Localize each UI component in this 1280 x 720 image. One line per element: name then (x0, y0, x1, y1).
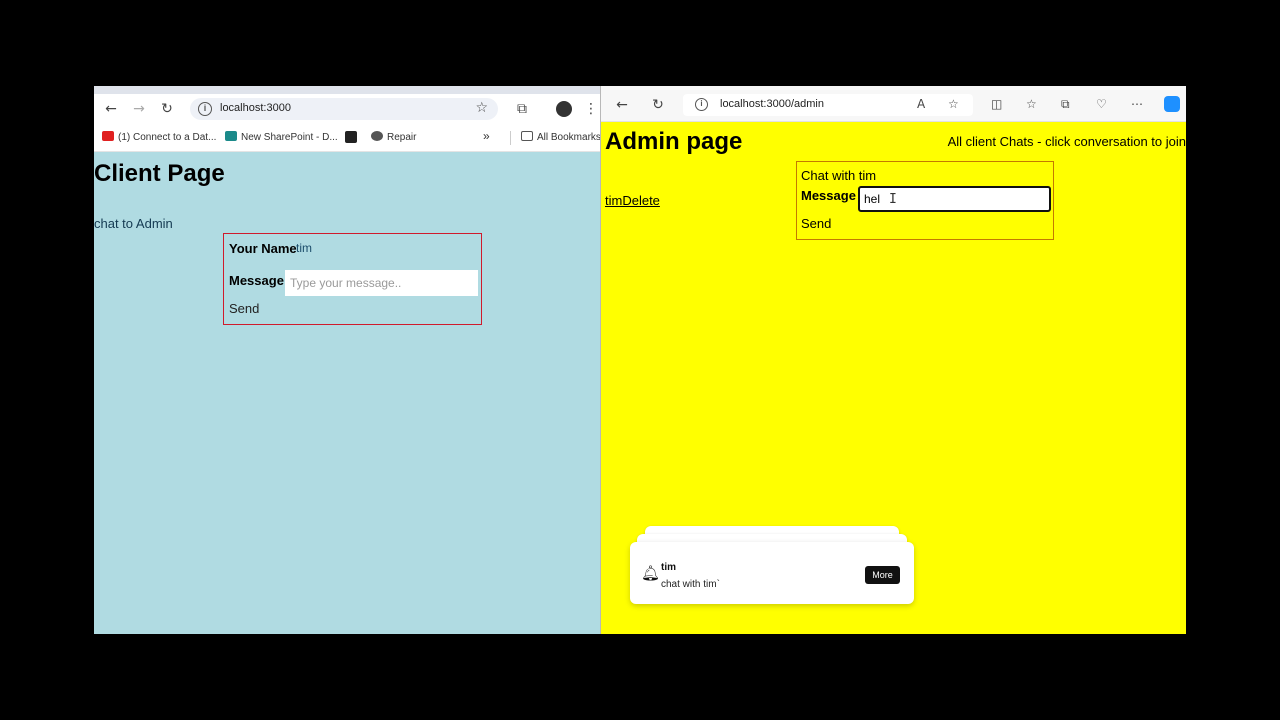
globe-icon (371, 131, 383, 141)
more-options-icon[interactable]: ⋯ (1131, 97, 1143, 111)
message-label: Message (801, 188, 856, 203)
address-url: localhost:3000 (220, 102, 291, 114)
message-input[interactable] (285, 270, 478, 296)
bookmark-youtube[interactable]: (1) Connect to a Dat... (102, 131, 216, 143)
admin-chat-box: Chat with tim Message I Send (796, 161, 1054, 240)
send-button[interactable]: Send (229, 301, 259, 316)
chat-heading: Chat with tim (801, 168, 877, 183)
page-title: Client Page (94, 160, 225, 187)
bookmark-square[interactable] (345, 131, 361, 145)
reload-icon[interactable]: ↻ (158, 100, 176, 118)
tab-strip (94, 86, 600, 94)
toast-title: tim (661, 562, 676, 573)
bookmarks-overflow-icon[interactable]: » (483, 129, 490, 143)
copilot-icon[interactable] (1164, 96, 1180, 112)
bookmark-star-icon[interactable]: ☆ (475, 100, 488, 116)
address-url: localhost:3000/admin (720, 98, 824, 110)
more-button[interactable]: More (865, 566, 900, 584)
favorites-icon[interactable]: ☆ (1026, 97, 1037, 111)
site-info-icon[interactable]: i (695, 98, 708, 111)
admin-browser-window: ← ↻ i localhost:3000/admin A ☆ ◫ ☆ ⧉ ♡ ⋯… (600, 86, 1186, 634)
extensions-icon[interactable]: ⧉ (513, 100, 531, 118)
back-arrow-icon[interactable]: ← (102, 100, 120, 118)
address-bar[interactable]: i localhost:3000/admin (683, 94, 973, 116)
youtube-icon (102, 131, 114, 141)
collections-icon[interactable]: ⧉ (1061, 97, 1070, 112)
sharepoint-icon (225, 131, 237, 141)
back-arrow-icon[interactable]: ← (613, 96, 631, 114)
browser-essentials-icon[interactable]: ♡ (1096, 97, 1107, 111)
chat-to-admin-link[interactable]: chat to Admin (94, 216, 173, 231)
name-value: tim (296, 241, 312, 255)
client-chat-form: Your Name tim Message Send (223, 233, 482, 325)
bookmark-sharepoint[interactable]: New SharePoint - D... (225, 131, 338, 143)
toast-body: chat with tim` (661, 579, 720, 590)
reload-icon[interactable]: ↻ (649, 96, 667, 114)
forward-arrow-icon[interactable]: → (130, 100, 148, 118)
split-screen-icon[interactable]: ◫ (991, 97, 1002, 111)
message-input[interactable] (858, 186, 1051, 212)
notification-toast[interactable]: 🔔︎ tim chat with tim` More (630, 542, 914, 604)
page-subtitle: All client Chats - click conversation to… (947, 134, 1186, 149)
read-aloud-icon[interactable]: A (917, 97, 925, 111)
browser-toolbar: ← → ↻ i localhost:3000 ☆ ⧉ ⋮ (94, 94, 600, 124)
message-label: Message (229, 273, 284, 288)
name-label: Your Name (229, 241, 297, 256)
bookmarks-divider (510, 131, 511, 145)
bookmark-repair[interactable]: Repair (371, 131, 416, 143)
profile-avatar-icon[interactable] (556, 101, 572, 117)
text-cursor-icon: I (889, 192, 897, 207)
bookmarks-bar: (1) Connect to a Dat... New SharePoint -… (94, 124, 600, 152)
browser-toolbar: ← ↻ i localhost:3000/admin A ☆ ◫ ☆ ⧉ ♡ ⋯ (601, 86, 1186, 122)
square-app-icon (345, 131, 357, 143)
folder-icon (521, 131, 533, 141)
address-bar[interactable]: i localhost:3000 ☆ (190, 98, 498, 120)
all-bookmarks[interactable]: All Bookmarks (521, 131, 600, 143)
bell-icon: 🔔︎ (641, 564, 661, 582)
conversation-link[interactable]: timDelete (605, 193, 660, 208)
page-title: Admin page (605, 128, 743, 155)
send-button[interactable]: Send (801, 216, 831, 231)
client-browser-window: ← → ↻ i localhost:3000 ☆ ⧉ ⋮ (1) Connect… (94, 86, 600, 634)
favorite-star-icon[interactable]: ☆ (948, 97, 959, 111)
site-info-icon[interactable]: i (198, 102, 212, 116)
menu-dots-icon[interactable]: ⋮ (584, 100, 598, 118)
